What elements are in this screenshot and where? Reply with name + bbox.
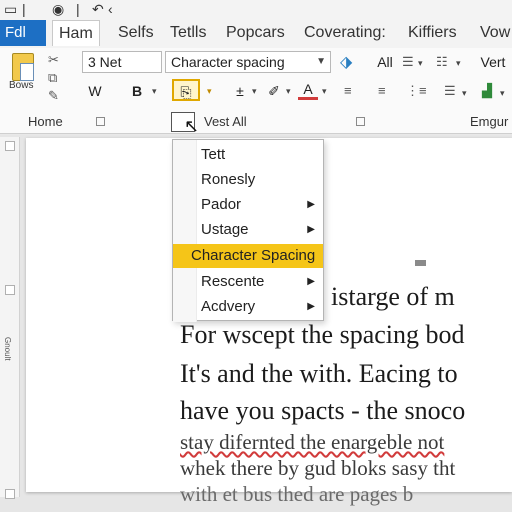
menu-item-tett[interactable]: Tett (173, 143, 323, 167)
menu-item-ustage[interactable]: Ustage ▶ (173, 218, 323, 242)
align-center-icon[interactable]: ≡ (378, 83, 386, 98)
doc-line-5[interactable]: stay difernted the enargeble not (180, 430, 444, 455)
ribbon-tabs: Fdl Ham Selfs Tetlls Popcars Coverating:… (0, 18, 512, 48)
group-label-vest: Vest All (204, 114, 247, 129)
chevron-down-icon-3[interactable]: ▾ (456, 58, 461, 69)
quick-access-toolbar: ▭ | ◉ | ↶ ‹ (0, 0, 512, 18)
menu-item-label: Ronesly (201, 171, 256, 188)
doc-line-6[interactable]: whek there by gud bloks sasy tht (180, 456, 455, 481)
tab-coverating[interactable]: Coverating: (304, 20, 386, 46)
menu-item-label: Character Spacing (191, 247, 316, 264)
all-button[interactable]: All (374, 51, 396, 73)
format-w-button[interactable]: W (86, 80, 104, 102)
text-cursor-marker (415, 260, 426, 266)
ruler-marker[interactable] (5, 141, 15, 151)
ruler-label: Gnoult (3, 337, 12, 361)
bold-button[interactable]: B (128, 80, 146, 102)
submenu-arrow-icon: ▶ (307, 301, 315, 312)
group-label-emgur: Emgur (470, 114, 509, 129)
menu-item-label: Rescente (201, 273, 265, 290)
align-icon[interactable]: ≡ (344, 83, 352, 98)
link-icon[interactable]: ⬗ (340, 52, 352, 72)
menu-item-pador[interactable]: Pador ▶ (173, 193, 323, 217)
menu-item-label: Tett (201, 146, 226, 163)
vert-button[interactable]: Vert (478, 51, 508, 73)
undo-dropdown[interactable]: ‹ (108, 0, 113, 18)
doc-line-3[interactable]: It's and the with. Eacing to (180, 359, 458, 389)
dialog-launcher-icon-2[interactable] (356, 117, 365, 126)
submenu-arrow-icon: ▶ (307, 199, 315, 210)
font-style-value: Character spacing (171, 54, 285, 70)
font-color-icon[interactable]: A (298, 78, 318, 100)
chevron-down-icon-6[interactable]: ▾ (252, 86, 257, 97)
chevron-down-icon-10[interactable]: ▾ (500, 88, 505, 99)
shading-icon[interactable]: ▟ (482, 83, 492, 99)
copy-icon[interactable]: ⧉ (48, 70, 57, 86)
paste-sheet-icon (20, 63, 34, 81)
font-style-select[interactable]: Character spacing ▼ (165, 51, 331, 73)
list-icon[interactable]: ☰ (402, 54, 414, 70)
ruler-marker-3[interactable] (5, 489, 15, 499)
submenu-arrow-icon: ▶ (307, 224, 315, 235)
cut-icon[interactable]: ✂ (48, 52, 59, 68)
doc-line-4[interactable]: have you spacts - the snoco (180, 396, 465, 426)
character-spacing-button[interactable]: ⎘ (172, 79, 200, 101)
ribbon: ✂ ⧉ ✎ 3 Net Character spacing ▼ ⬗ All ☰ … (0, 48, 512, 134)
submenu-arrow-icon: ▶ (307, 276, 315, 287)
justify-icon[interactable]: ☰ (444, 83, 456, 99)
menu-item-acdvery[interactable]: Acdvery ▶ (173, 295, 323, 319)
superscript-icon[interactable]: ± (230, 80, 250, 102)
tab-home[interactable]: Ham (52, 20, 100, 46)
font-name-select[interactable]: 3 Net (82, 51, 162, 73)
character-spacing-menu: Tett Ronesly Pador ▶ Ustage ▶ Character … (172, 139, 324, 322)
vertical-ruler: Gnoult (0, 137, 20, 499)
tab-file[interactable]: Fdl (0, 20, 46, 46)
doc-line-2[interactable]: For wscept the spacing bod (180, 320, 465, 350)
ruler-marker-2[interactable] (5, 285, 15, 295)
pin-icon[interactable]: ◉ (52, 0, 64, 18)
chevron-down-icon: ▼ (316, 56, 326, 67)
doc-line-7[interactable]: with et bus thed are pages b (180, 482, 413, 507)
undo-icon[interactable]: ↶ (92, 0, 104, 18)
menu-item-character-spacing[interactable]: Character Spacing (173, 244, 323, 268)
tab-selfs[interactable]: Selfs (118, 20, 154, 46)
menu-item-label: Pador (201, 196, 242, 213)
chevron-down-icon-5[interactable]: ▾ (207, 86, 212, 97)
format-painter-icon[interactable]: ✎ (48, 88, 59, 104)
chevron-down-icon-2[interactable]: ▾ (418, 58, 423, 69)
tab-vow[interactable]: Vow (480, 20, 510, 46)
tab-popcars[interactable]: Popcars (226, 20, 285, 46)
highlight-icon[interactable]: ✐ (264, 80, 284, 102)
chevron-down-icon-8[interactable]: ▾ (322, 86, 327, 97)
separator-2: | (76, 1, 80, 17)
menu-item-ronesly[interactable]: Ronesly (173, 168, 323, 192)
mouse-pointer-icon: ↖ (184, 116, 200, 136)
tab-kiffiers[interactable]: Kiffiers (408, 20, 457, 46)
font-name-value: 3 Net (88, 54, 122, 70)
tab-tetlls[interactable]: Tetlls (170, 20, 206, 46)
chevron-down-icon-4[interactable]: ▾ (152, 86, 157, 97)
align-right-icon[interactable]: ⋮≡ (406, 83, 427, 99)
chevron-down-icon-7[interactable]: ▾ (286, 86, 291, 97)
paste-label: Bows (9, 80, 34, 91)
list-icon-2[interactable]: ☷ (436, 54, 448, 70)
separator: | (22, 1, 26, 17)
menu-item-label: Ustage (201, 221, 249, 238)
save-icon[interactable]: ▭ (4, 0, 17, 18)
menu-item-label: Acdvery (201, 298, 256, 315)
chevron-down-icon-9[interactable]: ▾ (462, 88, 467, 99)
dialog-launcher-icon[interactable] (96, 117, 105, 126)
spacing-icon: ⎘ (180, 84, 192, 100)
menu-item-rescente[interactable]: Rescente ▶ (173, 270, 323, 294)
group-label-home: Home (28, 114, 63, 129)
